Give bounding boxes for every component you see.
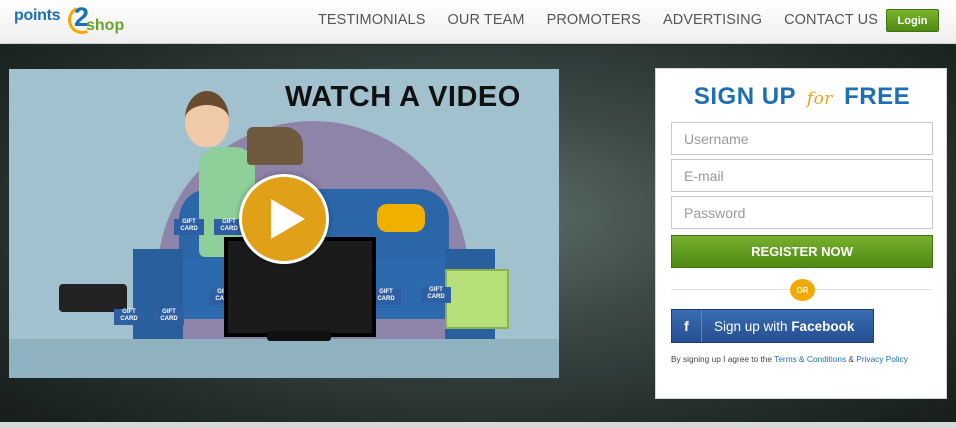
email-field[interactable]: E-mail <box>671 159 933 192</box>
gift-card-illustration: GIFT CARD <box>421 287 451 303</box>
play-icon <box>271 199 305 239</box>
terms-prefix: By signing up I agree to the <box>671 354 773 364</box>
video-floor <box>9 339 559 378</box>
gift-card-illustration: GIFT CARD <box>174 219 204 235</box>
password-field[interactable]: Password <box>671 196 933 229</box>
signup-title-free: FREE <box>844 83 911 110</box>
woman-head-illustration <box>185 91 229 147</box>
username-field[interactable]: Username <box>671 122 933 155</box>
gift-card-illustration: GIFT CARD <box>154 309 184 325</box>
signup-panel: SIGN UP for FREE Username E-mail Passwor… <box>655 68 947 399</box>
signup-title-for: for <box>806 89 833 109</box>
facebook-signup-label: Sign up with Facebook <box>714 319 854 334</box>
or-badge: OR <box>790 279 815 301</box>
points2shop-logo[interactable]: points 2 shop <box>14 2 134 38</box>
logo-text-points: points <box>14 7 61 24</box>
product-box-illustration <box>445 269 509 329</box>
game-controller-illustration <box>377 204 425 232</box>
tv-stand-illustration <box>267 331 331 341</box>
hero-bottom-strip <box>0 422 956 428</box>
facebook-brand-text: Facebook <box>791 318 855 334</box>
facebook-signup-prefix: Sign up with <box>714 318 788 334</box>
nav-testimonials[interactable]: TESTIMONIALS <box>318 12 426 28</box>
nav-our-team[interactable]: OUR TEAM <box>448 12 525 28</box>
nav-advertising[interactable]: ADVERTISING <box>663 12 762 28</box>
gift-card-illustration: GIFT CARD <box>114 309 144 325</box>
game-console-illustration <box>59 284 127 312</box>
login-button[interactable]: Login <box>886 9 939 32</box>
handbag-illustration <box>247 127 303 165</box>
top-nav-bar: points 2 shop TESTIMONIALS OUR TEAM PROM… <box>0 0 956 44</box>
signup-title: SIGN UP for FREE <box>656 83 948 111</box>
video-title: WATCH A VIDEO <box>285 81 521 113</box>
register-now-button[interactable]: REGISTER NOW <box>671 235 933 268</box>
nav-contact-us[interactable]: CONTACT US <box>784 12 878 28</box>
intro-video-thumbnail[interactable]: GIFT CARD GIFT CARD GIFT CARD GIFT CARD … <box>9 69 559 378</box>
signup-title-signup: SIGN UP <box>693 83 796 110</box>
nav-promoters[interactable]: PROMOTERS <box>547 12 641 28</box>
facebook-signup-button[interactable]: f Sign up with Facebook <box>671 309 874 343</box>
logo-text-shop: shop <box>86 17 125 34</box>
facebook-icon: f <box>672 310 702 342</box>
main-nav: TESTIMONIALS OUR TEAM PROMOTERS ADVERTIS… <box>296 0 878 40</box>
sofa-arm-left <box>133 249 183 339</box>
terms-amp: & <box>848 354 854 364</box>
play-button[interactable] <box>239 174 329 264</box>
terms-notice: By signing up I agree to the Terms & Con… <box>671 349 936 369</box>
terms-link[interactable]: Terms & Conditions <box>774 354 846 364</box>
privacy-policy-link[interactable]: Privacy Policy <box>856 354 908 364</box>
